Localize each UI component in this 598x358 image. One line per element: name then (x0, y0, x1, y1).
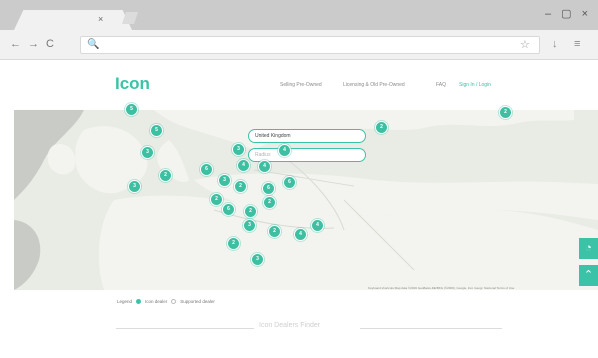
dealer-marker[interactable]: 2 (244, 205, 257, 218)
dealer-marker[interactable]: 3 (218, 174, 231, 187)
browser-toolbar: ← → C 🔍 ☆ ↓ ≡ (0, 30, 598, 60)
section-divider-right (360, 328, 502, 329)
dealer-marker[interactable]: 6 (262, 182, 275, 195)
dealer-marker[interactable]: 4 (294, 228, 307, 241)
dealer-marker[interactable]: 4 (278, 144, 291, 157)
nav-faq[interactable]: FAQ (436, 82, 446, 88)
dealer-marker[interactable]: 2 (210, 193, 223, 206)
dealer-marker[interactable]: 3 (141, 146, 154, 159)
dealer-marker[interactable]: 2 (234, 180, 247, 193)
forward-icon[interactable]: → (28, 38, 39, 50)
map-attribution: Keyboard shortcuts Map data ©2016 GeoBas… (368, 286, 515, 290)
legend-label: Legend (117, 299, 133, 304)
menu-icon[interactable]: ≡ (574, 38, 580, 50)
nav-selling[interactable]: Selling Pre-Owned (280, 82, 322, 88)
section-divider-left (116, 328, 254, 329)
download-icon[interactable]: ↓ (552, 38, 558, 50)
legend-dot-supported (171, 299, 177, 304)
dealer-marker[interactable]: 6 (200, 163, 213, 176)
browser-tab[interactable] (14, 10, 132, 30)
dealer-marker[interactable]: 2 (227, 237, 240, 250)
dealer-marker[interactable]: 2 (499, 106, 512, 119)
bookmark-star-icon[interactable]: ☆ (520, 38, 530, 51)
location-search-input[interactable]: United Kingdom (248, 129, 366, 143)
maximize-icon[interactable]: ▢ (561, 8, 571, 20)
locate-button[interactable]: ◔ (579, 238, 598, 259)
dealer-marker[interactable]: 3 (251, 253, 264, 266)
nav-sign-in[interactable]: Sign In / Login (459, 82, 491, 88)
window-controls: – ▢ × (545, 8, 588, 20)
legend-dot-dealer (136, 299, 142, 304)
new-tab-button[interactable] (122, 12, 138, 24)
dealer-marker[interactable]: 4 (237, 159, 250, 172)
map-legend: Legend Icon dealer Supported dealer (117, 299, 215, 304)
browser-tab-bar: × – ▢ × (0, 0, 598, 30)
legend-item-supported: Supported dealer (180, 299, 215, 304)
dealer-marker[interactable]: 5 (150, 124, 163, 137)
dealer-marker[interactable]: 6 (222, 203, 235, 216)
dealer-marker[interactable]: 2 (375, 121, 388, 134)
dealer-marker[interactable]: 2 (263, 196, 276, 209)
scroll-top-button[interactable]: ⌃ (579, 265, 598, 286)
address-bar[interactable]: 🔍 (80, 36, 540, 54)
dealer-marker[interactable]: 6 (283, 176, 296, 189)
tab-close-icon[interactable]: × (98, 12, 103, 26)
close-window-icon[interactable]: × (582, 8, 588, 20)
reload-icon[interactable]: C (46, 38, 54, 50)
dealer-marker[interactable]: 4 (258, 160, 271, 173)
dealer-marker[interactable]: 2 (159, 169, 172, 182)
site-logo[interactable]: Icon (115, 74, 150, 94)
dealer-marker[interactable]: 4 (311, 219, 324, 232)
search-icon: 🔍 (87, 39, 100, 50)
dealer-marker[interactable]: 2 (268, 225, 281, 238)
dealer-marker[interactable]: 5 (125, 103, 138, 116)
section-title: Icon Dealers Finder (259, 322, 321, 329)
dealer-marker[interactable]: 3 (128, 180, 141, 193)
nav-licensing[interactable]: Licensing & Old Pre-Owned (343, 82, 405, 88)
dealer-marker[interactable]: 3 (232, 143, 245, 156)
dealer-marker[interactable]: 3 (243, 219, 256, 232)
back-icon[interactable]: ← (10, 38, 21, 50)
minimize-icon[interactable]: – (545, 8, 551, 20)
legend-item-dealer: Icon dealer (145, 299, 168, 304)
